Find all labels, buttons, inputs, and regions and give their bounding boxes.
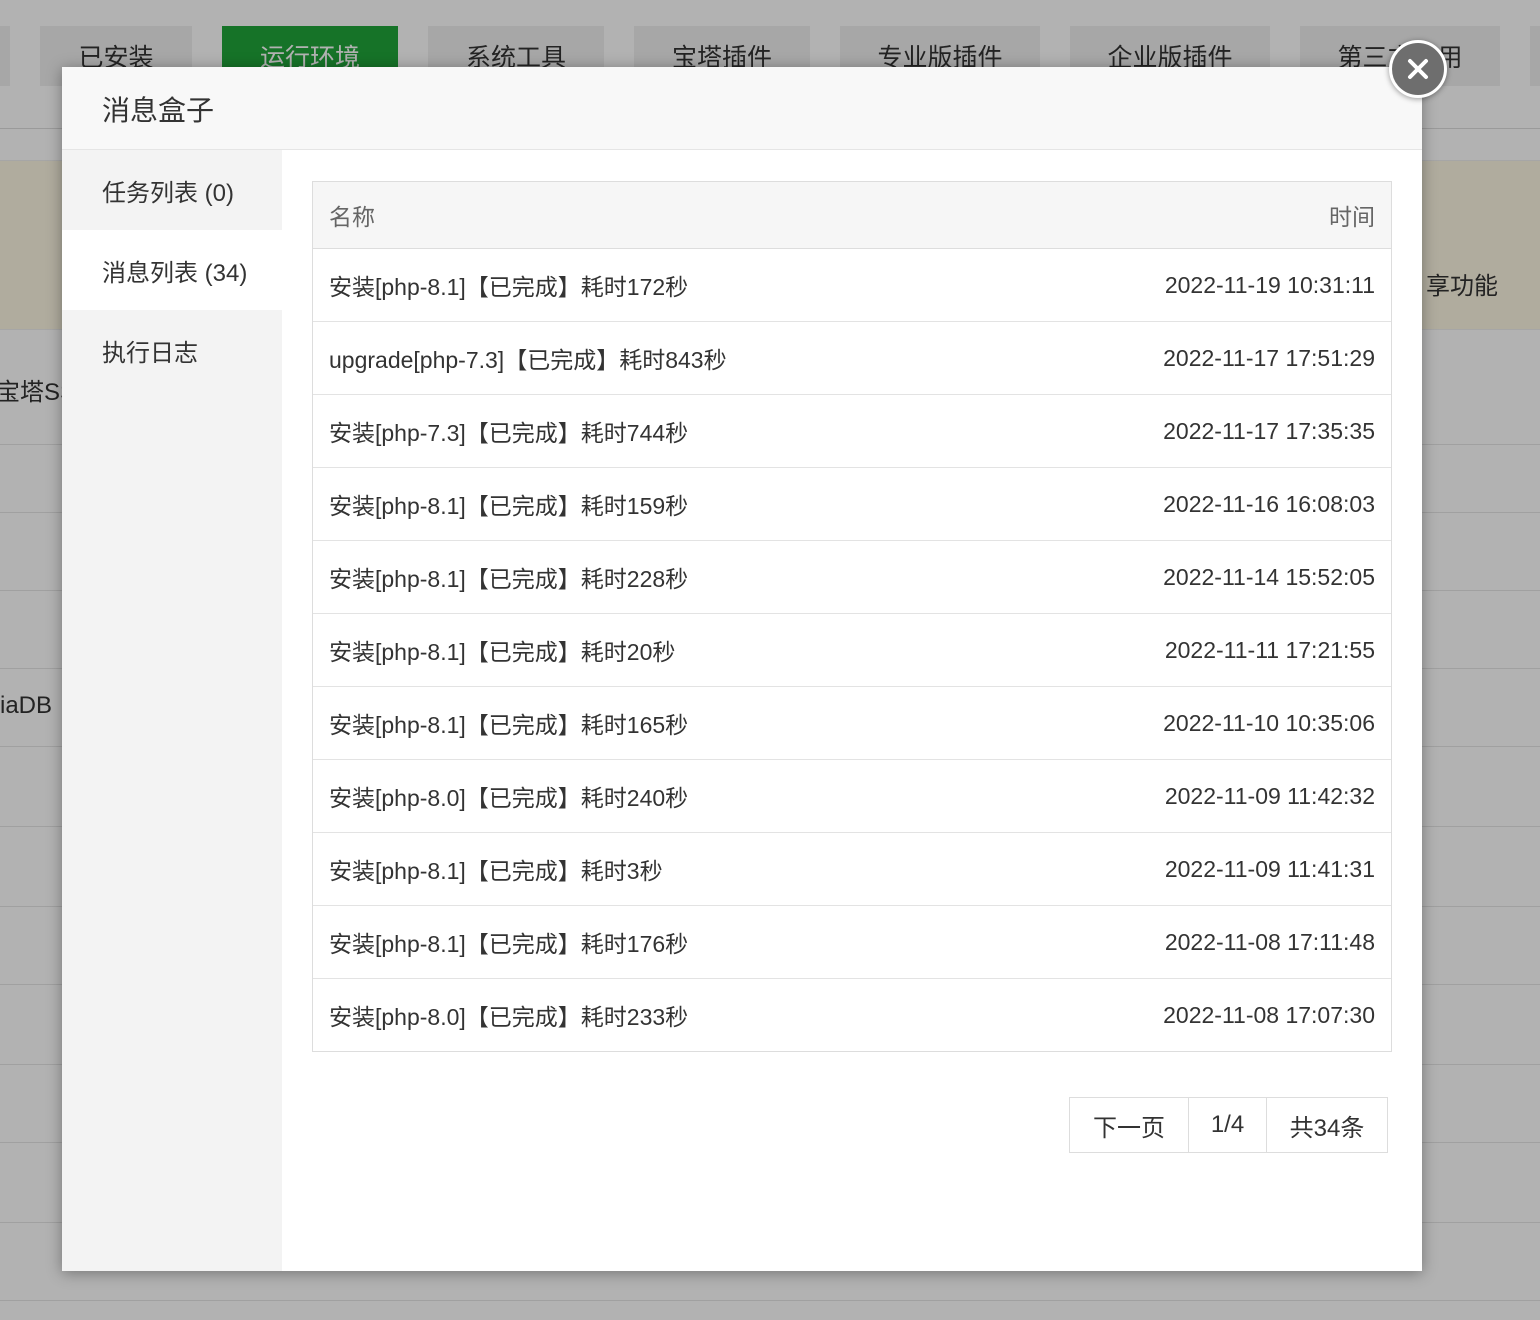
message-time: 2022-11-19 10:31:11 [1164, 271, 1375, 298]
dialog-header: 消息盒子 [62, 67, 1422, 150]
table-row[interactable]: 安装[php-7.3]【已完成】耗时744秒 2022-11-17 17:35:3… [313, 395, 1391, 468]
table-row[interactable]: 安装[php-8.1]【已完成】耗时228秒 2022-11-14 15:52:0… [313, 541, 1391, 614]
message-time: 2022-11-11 17:21:55 [1164, 636, 1375, 663]
message-name: 安装[php-8.1]【已完成】耗时165秒 [329, 712, 689, 738]
message-name: 安装[php-8.1]【已完成】耗时159秒 [329, 493, 689, 519]
column-header-time: 时间 [1329, 204, 1375, 230]
next-page-button[interactable]: 下一页 [1070, 1098, 1189, 1152]
table-row[interactable]: 安装[php-8.1]【已完成】耗时3秒 2022-11-09 11:41:31 [313, 833, 1391, 906]
sidebar-item-label: 消息列表 (34) [102, 259, 248, 287]
message-name: 安装[php-8.0]【已完成】耗时233秒 [329, 1004, 689, 1030]
message-name: 安装[php-8.1]【已完成】耗时20秒 [329, 639, 676, 665]
message-name: 安装[php-8.0]【已完成】耗时240秒 [329, 785, 689, 811]
dialog-sidebar: 任务列表 (0) 消息列表 (34) 执行日志 [62, 150, 282, 1271]
sidebar-item-message-list[interactable]: 消息列表 (34) [62, 230, 282, 310]
message-time: 2022-11-14 15:52:05 [1163, 563, 1375, 590]
close-icon [1408, 59, 1428, 79]
sidebar-item-label: 执行日志 [102, 339, 198, 367]
message-time: 2022-11-17 17:35:35 [1163, 417, 1375, 444]
message-name: 安装[php-8.1]【已完成】耗时172秒 [329, 274, 689, 300]
table-row[interactable]: 安装[php-8.1]【已完成】耗时172秒 2022-11-19 10:31:1… [313, 249, 1391, 322]
table-row[interactable]: upgrade[php-7.3]【已完成】耗时843秒 2022-11-17 17… [313, 322, 1391, 395]
pagination: 下一页 1/4 共34条 [1069, 1097, 1388, 1153]
close-dialog-button[interactable] [1389, 40, 1447, 98]
sidebar-item-label: 任务列表 (0) [102, 179, 234, 207]
sidebar-item-execution-log[interactable]: 执行日志 [62, 310, 282, 390]
message-name: 安装[php-8.1]【已完成】耗时176秒 [329, 931, 689, 957]
table-header: 名称 时间 [313, 182, 1391, 249]
message-time: 2022-11-17 17:51:29 [1163, 344, 1375, 371]
message-name: upgrade[php-7.3]【已完成】耗时843秒 [329, 347, 727, 373]
message-time: 2022-11-10 10:35:06 [1163, 709, 1375, 736]
table-row[interactable]: 安装[php-8.1]【已完成】耗时159秒 2022-11-16 16:08:0… [313, 468, 1391, 541]
table-row[interactable]: 安装[php-8.0]【已完成】耗时233秒 2022-11-08 17:07:3… [313, 979, 1391, 1051]
message-time: 2022-11-16 16:08:03 [1163, 490, 1375, 517]
dialog-content: 名称 时间 安装[php-8.1]【已完成】耗时172秒 2022-11-19 1… [282, 150, 1422, 1271]
table-row[interactable]: 安装[php-8.0]【已完成】耗时240秒 2022-11-09 11:42:3… [313, 760, 1391, 833]
message-table: 名称 时间 安装[php-8.1]【已完成】耗时172秒 2022-11-19 1… [312, 181, 1392, 1052]
sidebar-item-task-list[interactable]: 任务列表 (0) [62, 150, 282, 230]
message-box-dialog: 消息盒子 任务列表 (0) 消息列表 (34) 执行日志 名称 时间 安装[ph… [62, 67, 1422, 1271]
message-name: 安装[php-7.3]【已完成】耗时744秒 [329, 420, 689, 446]
message-name: 安装[php-8.1]【已完成】耗时3秒 [329, 858, 663, 884]
dialog-title: 消息盒子 [102, 95, 215, 126]
message-time: 2022-11-08 17:07:30 [1163, 1001, 1375, 1028]
message-time: 2022-11-08 17:11:48 [1164, 928, 1375, 955]
message-name: 安装[php-8.1]【已完成】耗时228秒 [329, 566, 689, 592]
column-header-name: 名称 [329, 204, 375, 230]
total-count: 共34条 [1289, 1114, 1365, 1142]
message-time: 2022-11-09 11:41:31 [1164, 855, 1375, 882]
message-time: 2022-11-09 11:42:32 [1164, 782, 1375, 809]
page-indicator: 1/4 [1189, 1098, 1267, 1152]
table-row[interactable]: 安装[php-8.1]【已完成】耗时165秒 2022-11-10 10:35:0… [313, 687, 1391, 760]
table-row[interactable]: 安装[php-8.1]【已完成】耗时176秒 2022-11-08 17:11:4… [313, 906, 1391, 979]
table-row[interactable]: 安装[php-8.1]【已完成】耗时20秒 2022-11-11 17:21:55 [313, 614, 1391, 687]
